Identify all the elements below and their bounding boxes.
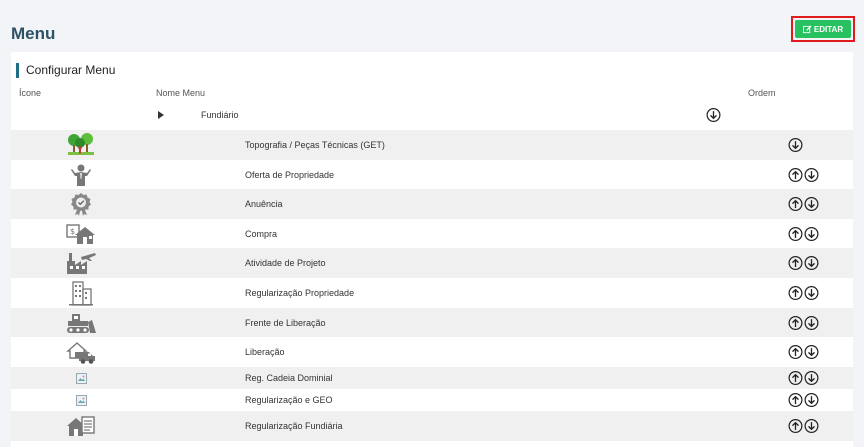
move-down-icon[interactable] (804, 197, 819, 212)
menu-config-card: Configurar Menu Ícone Nome Menu Ordem Fu… (11, 52, 853, 447)
edit-icon (802, 24, 812, 33)
menu-item-row: $ Compra (11, 219, 853, 248)
move-down-icon[interactable] (804, 371, 819, 386)
order-controls (788, 167, 819, 182)
move-down-icon[interactable] (804, 226, 819, 241)
menu-item-icon-cell (63, 250, 99, 276)
order-controls (706, 108, 721, 123)
move-down-icon[interactable] (788, 138, 803, 153)
column-header-icone: Ícone (19, 88, 42, 98)
menu-item-label: Liberação (245, 347, 285, 357)
house-document-icon (67, 416, 95, 436)
order-controls (788, 393, 819, 408)
menu-item-label: Regularização Fundiária (245, 421, 343, 431)
menu-item-row: Topografia / Peças Técnicas (GET) (11, 130, 853, 160)
menu-item-label: Oferta de Propriedade (245, 169, 335, 180)
move-down-icon[interactable] (804, 419, 819, 434)
edit-button[interactable]: EDITAR (795, 20, 851, 38)
menu-item-label: Atividade de Projeto (245, 258, 326, 268)
menu-item-row: Oferta de Propriedade (11, 160, 853, 189)
broken-image-icon (75, 394, 87, 406)
edit-button-label: EDITAR (813, 24, 844, 34)
order-controls (788, 138, 803, 153)
menu-item-icon-cell (63, 310, 99, 336)
menu-group-row: Fundiário (11, 102, 853, 128)
edit-button-highlight: EDITAR (791, 16, 855, 42)
svg-text:$: $ (70, 227, 75, 236)
move-down-icon[interactable] (804, 256, 819, 271)
move-up-icon[interactable] (788, 315, 803, 330)
move-down-icon[interactable] (804, 345, 819, 360)
move-down-icon[interactable] (804, 393, 819, 408)
menu-item-label: Anuência (245, 199, 283, 209)
buildings-icon (69, 281, 93, 306)
menu-item-row: Reg. Cadeia Dominial (11, 367, 853, 389)
order-controls (788, 226, 819, 241)
menu-item-label: Compra (245, 228, 278, 239)
move-up-icon[interactable] (788, 226, 803, 241)
move-down-icon[interactable] (804, 286, 819, 301)
menu-item-icon-cell (63, 413, 99, 439)
order-controls (788, 315, 819, 330)
menu-item-icon-cell: $ (63, 221, 99, 247)
move-down-icon[interactable] (804, 315, 819, 330)
menu-item-row: Regularização Propriedade (11, 278, 853, 308)
move-down-icon[interactable] (706, 108, 721, 123)
order-controls (788, 419, 819, 434)
menu-item-label: Topografia / Peças Técnicas (GET) (245, 140, 385, 150)
menu-item-label: Regularização Propriedade (245, 288, 355, 298)
house-truck-icon (66, 342, 95, 364)
menu-item-icon-cell (63, 339, 99, 365)
move-up-icon[interactable] (788, 256, 803, 271)
card-title: Configurar Menu (16, 63, 115, 78)
move-down-icon[interactable] (804, 167, 819, 182)
menu-item-icon-cell (63, 387, 99, 413)
page-title: Menu (11, 24, 56, 43)
menu-item-row: Frente de Liberação (11, 308, 853, 337)
move-up-icon[interactable] (788, 371, 803, 386)
order-controls (788, 256, 819, 271)
order-controls (788, 197, 819, 212)
bulldozer-icon (67, 313, 96, 333)
menu-item-icon-cell (63, 280, 99, 306)
menu-item-icon-cell (63, 191, 99, 217)
column-header-nome-menu: Nome Menu (156, 88, 206, 98)
order-controls (788, 286, 819, 301)
businessman-icon (71, 164, 91, 186)
move-up-icon[interactable] (788, 393, 803, 408)
house-money-icon: $ (66, 223, 95, 244)
menu-item-label: Frente de Liberação (245, 317, 326, 328)
menu-item-icon-cell (63, 132, 99, 158)
move-up-icon[interactable] (788, 167, 803, 182)
order-controls (788, 371, 819, 386)
move-up-icon[interactable] (788, 286, 803, 301)
factory-plane-icon (67, 253, 96, 274)
expand-caret-icon[interactable] (156, 110, 166, 120)
menu-item-row: Anuência (11, 189, 853, 219)
menu-item-row: Regularização e GEO (11, 389, 853, 411)
menu-item-row: Atividade de Projeto (11, 248, 853, 278)
move-up-icon[interactable] (788, 419, 803, 434)
broken-image-icon (75, 372, 87, 384)
menu-item-row: Liberação (11, 337, 853, 367)
menu-item-label: Regularização e GEO (245, 395, 333, 405)
menu-item-label: Reg. Cadeia Dominial (245, 373, 333, 383)
menu-item-icon-cell (63, 162, 99, 188)
menu-group-label: Fundiário (201, 110, 239, 120)
move-up-icon[interactable] (788, 345, 803, 360)
order-controls (788, 345, 819, 360)
menu-item-row: Regularização Fundiária (11, 411, 853, 441)
move-up-icon[interactable] (788, 197, 803, 212)
trees-figure-icon (68, 133, 94, 155)
column-header-ordem: Ordem (748, 88, 776, 98)
award-badge-icon (71, 193, 91, 216)
